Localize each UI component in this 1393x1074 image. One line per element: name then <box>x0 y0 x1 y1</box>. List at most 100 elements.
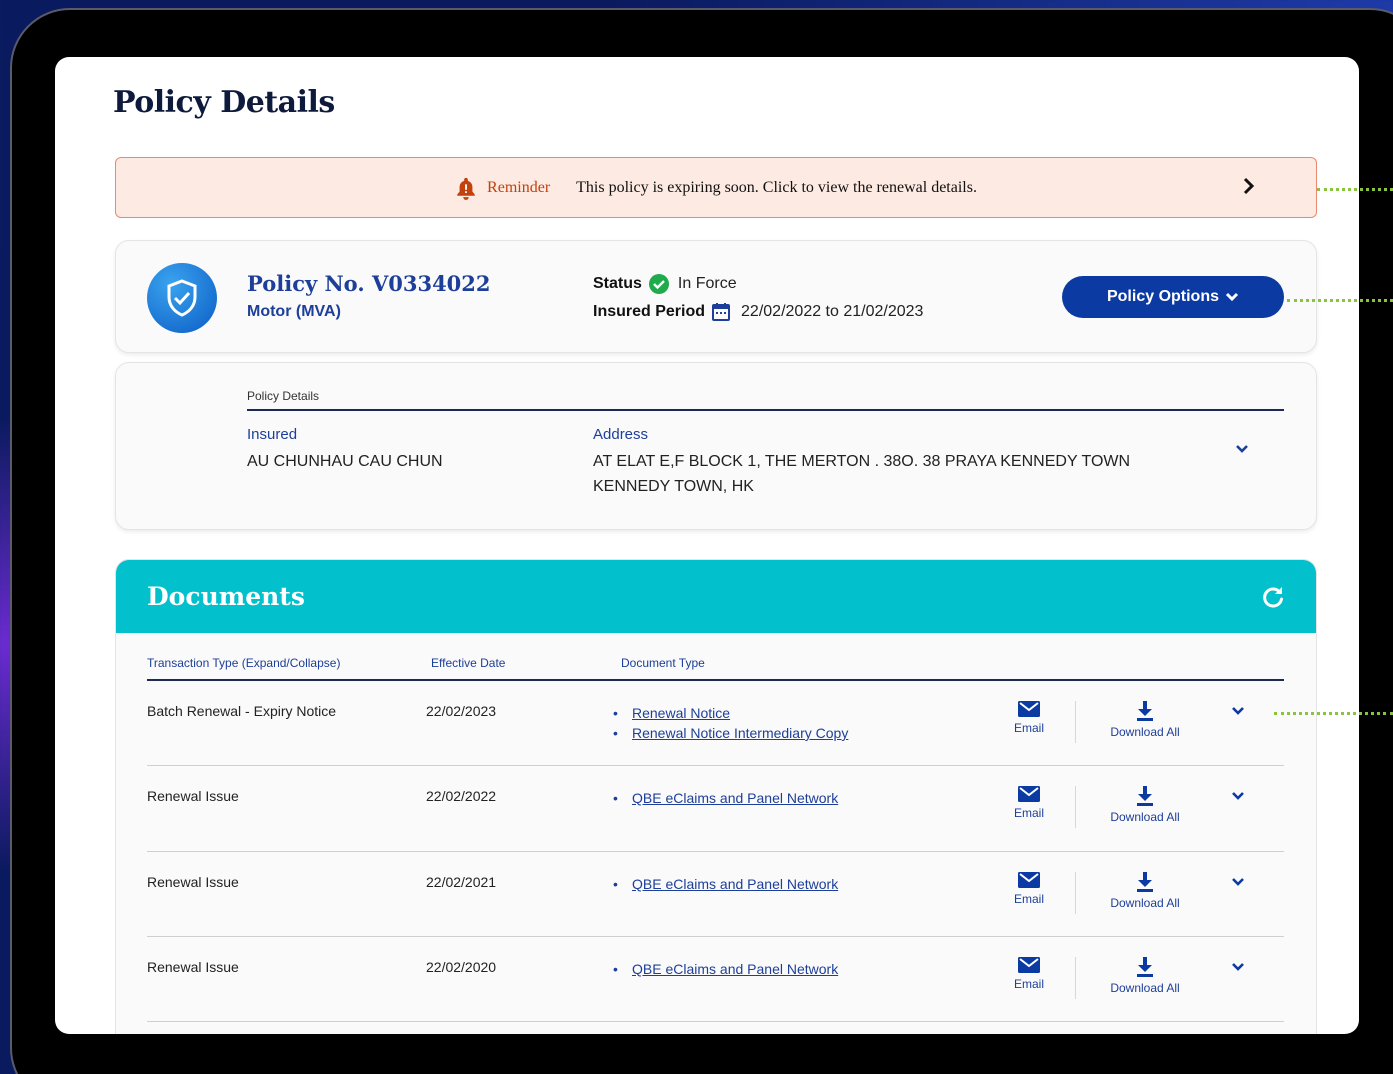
download-icon <box>1137 872 1153 892</box>
col-transaction-type[interactable]: Transaction Type (Expand/Collapse) <box>147 656 340 670</box>
annotation-dots <box>1287 299 1393 302</box>
address-line-1: AT ELAT E,F BLOCK 1, THE MERTON . 38O. 3… <box>593 453 1131 470</box>
check-circle-icon <box>648 274 669 294</box>
policy-summary-card: Policy No. V0334022 Motor (MVA) Status I… <box>115 240 1317 353</box>
insured-period: Insured Period 22/02/2022 to 21/02/2023 <box>593 302 923 322</box>
table-row[interactable]: Batch Renewal - Expiry Notice 22/02/2023 R… <box>147 681 1284 766</box>
calendar-icon <box>712 303 731 321</box>
documents-header: Documents <box>116 560 1316 633</box>
email-button[interactable]: Email <box>999 701 1059 735</box>
chevron-down-icon <box>1225 292 1239 302</box>
period-label: Insured Period <box>593 303 706 320</box>
policy-details-card: Policy Details Insured AU CHUNHAU CAU CH… <box>115 362 1317 530</box>
envelope-icon <box>1018 701 1040 717</box>
download-icon <box>1137 701 1153 721</box>
reminder-banner[interactable]: Reminder This policy is expiring soon. C… <box>115 157 1317 218</box>
documents-title: Documents <box>147 582 305 611</box>
list-item: Renewal Notice Intermediary Copy <box>613 723 848 743</box>
policy-number: Policy No. V0334022 <box>247 271 491 296</box>
chevron-right-icon[interactable] <box>1242 176 1256 196</box>
chevron-down-icon[interactable] <box>1230 790 1246 802</box>
action-divider <box>1075 786 1076 828</box>
annotation-dots <box>1274 712 1393 715</box>
list-item: QBE eClaims and Panel Network <box>613 959 838 979</box>
document-list: QBE eClaims and Panel Network <box>613 874 838 894</box>
download-icon <box>1137 957 1153 977</box>
policy-status: Status In Force <box>593 273 737 295</box>
email-button[interactable]: Email <box>999 786 1059 820</box>
document-link[interactable]: QBE eClaims and Panel Network <box>632 961 838 977</box>
annotation-dots <box>1317 188 1393 191</box>
documents-table-header: Transaction Type (Expand/Collapse) Effec… <box>147 650 1284 681</box>
email-label: Email <box>1013 721 1044 735</box>
envelope-icon <box>1018 786 1040 802</box>
chevron-down-icon[interactable] <box>1230 961 1246 973</box>
address-line-2: KENNEDY TOWN, HK <box>593 478 754 495</box>
download-all-label: Download All <box>1110 981 1180 995</box>
email-button[interactable]: Email <box>999 872 1059 906</box>
insured-label: Insured <box>247 426 298 443</box>
transaction-type[interactable]: Batch Renewal - Expiry Notice <box>147 703 336 719</box>
action-divider <box>1075 872 1076 914</box>
list-item: Renewal Notice <box>613 703 848 723</box>
download-all-button[interactable]: Download All <box>1095 872 1195 910</box>
document-list: Renewal Notice Renewal Notice Intermediar… <box>613 703 848 743</box>
document-link[interactable]: QBE eClaims and Panel Network <box>632 790 838 806</box>
envelope-icon <box>1018 872 1040 888</box>
download-all-button[interactable]: Download All <box>1095 701 1195 739</box>
policy-avatar <box>147 263 217 333</box>
status-label: Status <box>593 275 642 292</box>
refresh-icon[interactable] <box>1260 584 1286 610</box>
page-title: Policy Details <box>113 85 335 120</box>
policy-line: Motor (MVA) <box>247 303 341 320</box>
email-label: Email <box>1013 806 1044 820</box>
list-item: QBE eClaims and Panel Network <box>613 874 838 894</box>
table-row[interactable]: Renewal Issue 22/02/2020 QBE eClaims and P… <box>147 937 1284 1022</box>
chevron-down-icon[interactable] <box>1230 876 1246 888</box>
email-button[interactable]: Email <box>999 957 1059 991</box>
envelope-icon <box>1018 957 1040 973</box>
document-list: QBE eClaims and Panel Network <box>613 788 838 808</box>
bell-icon <box>457 177 475 200</box>
app-screen: Policy Details Reminder This policy is e… <box>55 57 1359 1034</box>
policy-options-label: Policy Options <box>1106 288 1219 305</box>
reminder-label: Reminder <box>487 178 551 196</box>
insured-value: AU CHUNHAU CAU CHUN <box>247 453 443 470</box>
documents-card: Documents Transaction Type (Expand/Colla… <box>115 559 1317 1034</box>
chevron-down-icon[interactable] <box>1230 705 1246 717</box>
email-label: Email <box>1013 892 1044 906</box>
download-all-button[interactable]: Download All <box>1095 786 1195 824</box>
table-row[interactable]: Renewal Issue 22/02/2022 QBE eClaims and P… <box>147 766 1284 852</box>
download-all-button[interactable]: Download All <box>1095 957 1195 995</box>
transaction-type[interactable]: Renewal Issue <box>147 959 239 975</box>
document-list: QBE eClaims and Panel Network <box>613 959 838 979</box>
address-label: Address <box>593 426 649 443</box>
policy-options-button[interactable]: Policy Options <box>1062 276 1284 318</box>
download-all-label: Download All <box>1110 896 1180 910</box>
chevron-down-icon[interactable] <box>1234 443 1250 455</box>
shield-check-icon <box>167 279 197 317</box>
effective-date: 22/02/2022 <box>426 788 497 804</box>
effective-date: 22/02/2021 <box>426 874 497 890</box>
transaction-type[interactable]: Renewal Issue <box>147 874 239 890</box>
effective-date: 22/02/2023 <box>426 703 497 719</box>
action-divider <box>1075 957 1076 999</box>
action-divider <box>1075 701 1076 743</box>
col-effective-date: Effective Date <box>431 656 506 670</box>
document-link[interactable]: QBE eClaims and Panel Network <box>632 876 838 892</box>
table-row[interactable]: Renewal Issue 22/02/2021 QBE eClaims and P… <box>147 852 1284 937</box>
email-label: Email <box>1013 977 1044 991</box>
document-link[interactable]: Renewal Notice <box>632 705 730 721</box>
period-value: 22/02/2022 to 21/02/2023 <box>741 303 924 320</box>
transaction-type[interactable]: Renewal Issue <box>147 788 239 804</box>
download-icon <box>1137 786 1153 806</box>
effective-date: 22/02/2020 <box>426 959 497 975</box>
col-document-type: Document Type <box>621 656 705 670</box>
list-item: QBE eClaims and Panel Network <box>613 788 838 808</box>
download-all-label: Download All <box>1110 725 1180 739</box>
download-all-label: Download All <box>1110 810 1180 824</box>
status-value: In Force <box>677 275 737 292</box>
document-link[interactable]: Renewal Notice Intermediary Copy <box>632 725 848 741</box>
reminder-text: This policy is expiring soon. Click to v… <box>576 178 977 196</box>
details-heading: Policy Details <box>247 389 1284 411</box>
